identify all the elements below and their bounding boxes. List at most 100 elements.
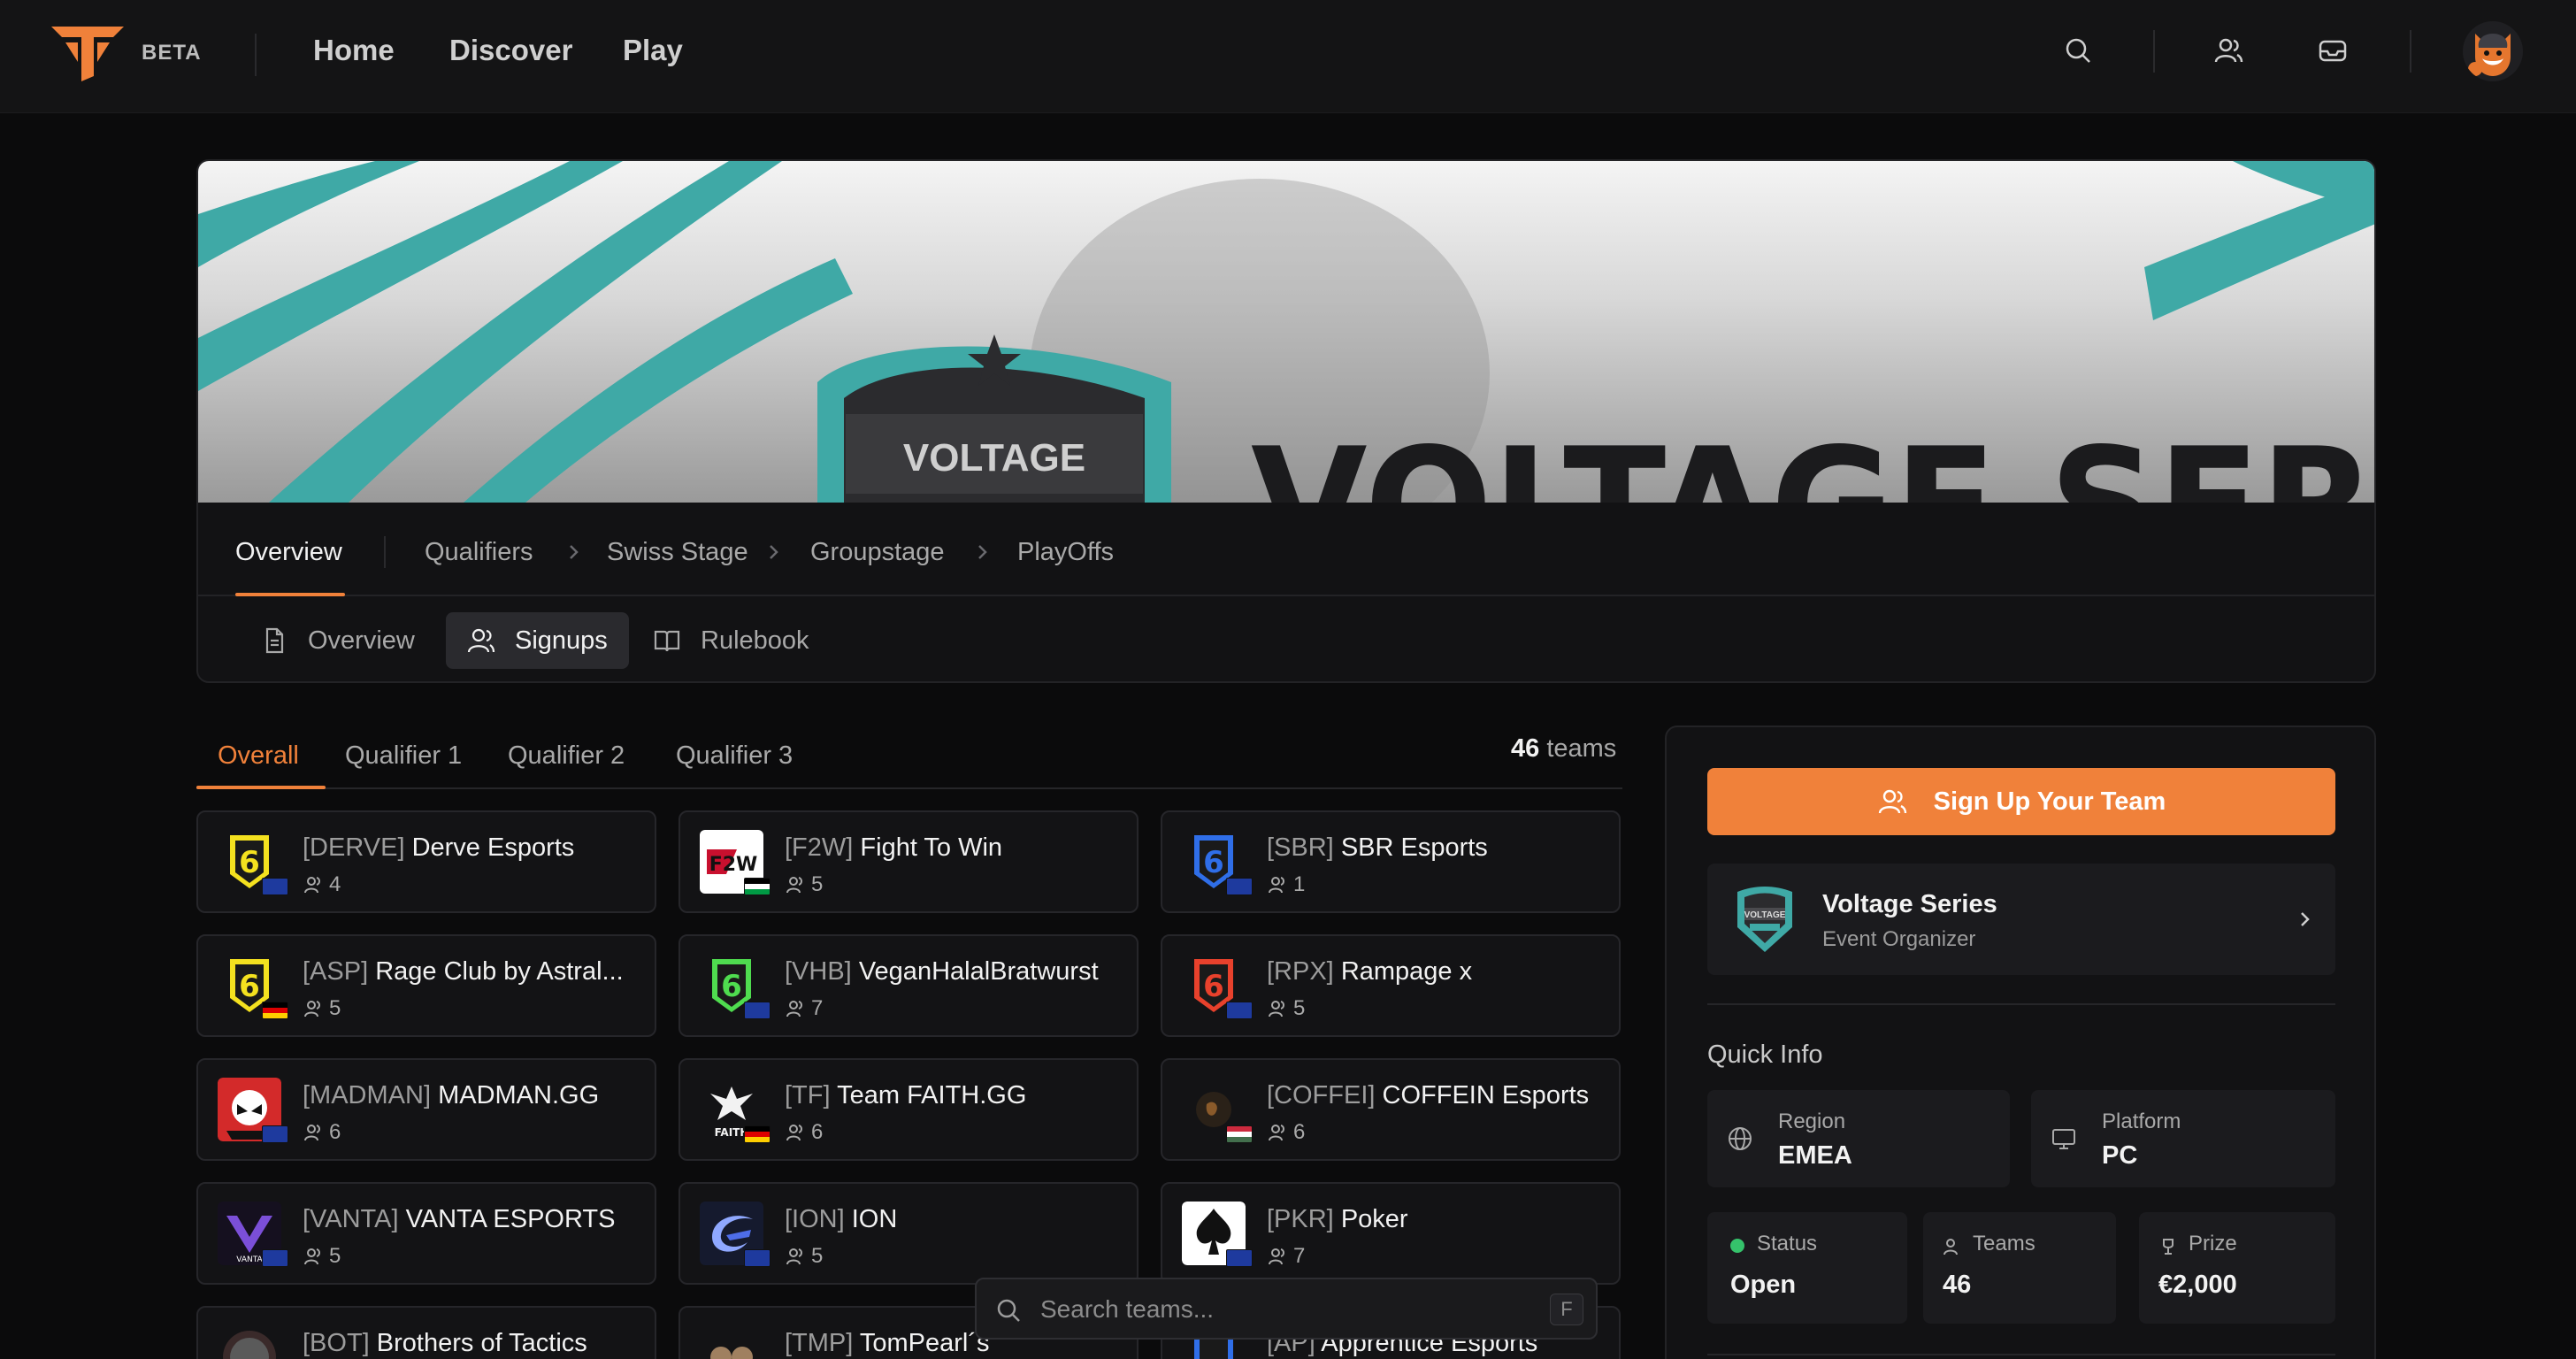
team-name: [F2W] Fight To Win: [785, 833, 1003, 862]
team-members: 6: [1267, 1120, 1305, 1145]
eu-flag-icon: [744, 1249, 770, 1267]
team-members: 5: [303, 1244, 341, 1269]
event-side-panel: Sign Up Your Team VOLTAGE Voltage Series…: [1665, 726, 2376, 1359]
users-icon: [1269, 1001, 1284, 1017]
users-icon: [304, 1248, 320, 1265]
team-name: [PKR] Poker: [1267, 1205, 1408, 1233]
subtab-signups[interactable]: Signups: [446, 612, 629, 669]
team-logo-icon: [710, 1347, 753, 1359]
sign-up-team-label: Sign Up Your Team: [1933, 787, 2166, 816]
svg-text:6: 6: [721, 969, 742, 1004]
subtab-overview[interactable]: Overview: [239, 612, 436, 669]
subtab-rulebook-label: Rulebook: [701, 626, 809, 655]
region-value: EMEA: [1778, 1141, 1852, 1170]
trophy-icon: [2163, 1239, 2174, 1255]
team-card[interactable]: F2W [F2W] Fight To Win 5: [678, 810, 1138, 913]
subtab-rulebook[interactable]: Rulebook: [632, 612, 831, 669]
teams-info: Teams 46: [1923, 1212, 2116, 1324]
teams-value: 46: [1943, 1271, 1972, 1299]
search-icon: [997, 1299, 1020, 1322]
eu-flag-icon: [1226, 1002, 1253, 1019]
banner-artwork: VOLTAGE VOLTAGE SERIES: [198, 161, 2374, 503]
user-avatar[interactable]: [2463, 21, 2523, 81]
status-info: Status Open: [1707, 1212, 1907, 1324]
team-name: [TF] Team FAITH.GG: [785, 1081, 1027, 1109]
group-tab-overall[interactable]: Overall: [218, 741, 299, 771]
eu-flag-icon: [1226, 878, 1253, 895]
sign-up-team-button[interactable]: Sign Up Your Team: [1707, 768, 2335, 835]
team-card[interactable]: 6 [SBR] SBR Esports 1: [1161, 810, 1621, 913]
team-name: [COFFEI] COFFEIN Esports: [1267, 1081, 1590, 1109]
team-card[interactable]: 6 [RPX] Rampage x 5: [1161, 934, 1621, 1037]
germany-flag-icon: [262, 1002, 288, 1019]
stage-tabs-divider: [384, 536, 386, 568]
team-card[interactable]: [COFFEI] COFFEIN Esports 6: [1161, 1058, 1621, 1161]
team-card[interactable]: [MADMAN] MADMAN.GG 6: [196, 1058, 656, 1161]
nav-divider: [2410, 30, 2411, 73]
team-name: [SBR] SBR Esports: [1267, 833, 1488, 862]
nav-play[interactable]: Play: [623, 34, 683, 67]
group-tab-qualifier-3[interactable]: Qualifier 3: [676, 741, 793, 771]
team-card[interactable]: 6 [DERVE] Derve Esports 4: [196, 810, 656, 913]
organizer-name: Voltage Series: [1822, 890, 1997, 918]
eu-flag-icon: [262, 1125, 288, 1143]
team-card[interactable]: FAITH [TF] Team FAITH.GG 6: [678, 1058, 1138, 1161]
stage-tab-qualifiers[interactable]: Qualifiers: [425, 538, 533, 567]
subtab-overview-label: Overview: [308, 626, 415, 655]
stage-tab-overview[interactable]: Overview: [235, 538, 342, 567]
team-card[interactable]: [ION] ION 5: [678, 1182, 1138, 1285]
nav-home[interactable]: Home: [313, 34, 395, 67]
platform-label: Platform: [2102, 1109, 2181, 1133]
users-icon: [1269, 1248, 1284, 1265]
team-card[interactable]: [BOT] Brothers of Tactics: [196, 1306, 656, 1359]
team-members: 1: [1267, 872, 1305, 897]
organizer-card[interactable]: VOLTAGE Voltage Series Event Organizer: [1707, 864, 2335, 975]
team-card[interactable]: [PKR] Poker 7: [1161, 1182, 1621, 1285]
stage-tab-playoffs[interactable]: PlayOffs: [1017, 538, 1114, 567]
globe-icon: [1729, 1127, 1752, 1150]
search-icon[interactable]: [2063, 35, 2093, 65]
users-icon: [467, 628, 495, 653]
platform-info: Platform PC: [2031, 1090, 2335, 1187]
team-card[interactable]: 6 [ASP] Rage Club by Astral... 5: [196, 934, 656, 1037]
team-search-input[interactable]: [1040, 1292, 1500, 1327]
side-divider: [1707, 1003, 2335, 1005]
users-icon: [304, 877, 320, 894]
group-tab-qualifier-1[interactable]: Qualifier 1: [345, 741, 462, 771]
team-card[interactable]: 6 [VHB] VeganHalalBratwurst 7: [678, 934, 1138, 1037]
document-icon: [265, 627, 284, 654]
group-tab-qualifier-2[interactable]: Qualifier 2: [508, 741, 625, 771]
eu-flag-icon: [262, 878, 288, 895]
svg-text:6: 6: [1203, 969, 1224, 1004]
nav-discover[interactable]: Discover: [449, 34, 572, 67]
status-dot: [1730, 1239, 1744, 1253]
prize-info: Prize €2,000: [2139, 1212, 2335, 1324]
team-name: [BOT] Brothers of Tactics: [303, 1329, 587, 1357]
team-members: 5: [1267, 996, 1305, 1021]
eu-flag-icon: [1226, 1249, 1253, 1267]
team-count: 46 teams: [1511, 734, 1616, 764]
app-logo[interactable]: [50, 23, 126, 81]
svg-text:6: 6: [239, 969, 260, 1004]
stage-tab-groupstage[interactable]: Groupstage: [810, 538, 945, 567]
users-icon[interactable]: [2213, 35, 2243, 65]
team-members: 7: [785, 996, 823, 1021]
team-name: [ION] ION: [785, 1205, 898, 1233]
status-label: Status: [1757, 1232, 1818, 1255]
svg-text:VOLTAGE: VOLTAGE: [1744, 910, 1786, 920]
status-value: Open: [1730, 1271, 1797, 1299]
nav-divider: [255, 34, 257, 76]
team-card[interactable]: VANTA [VANTA] VANTA ESPORTS 5: [196, 1182, 656, 1285]
inbox-icon[interactable]: [2318, 35, 2348, 65]
side-divider: [1707, 1354, 2335, 1355]
prize-label: Prize: [2189, 1232, 2237, 1255]
hungary-flag-icon: [1226, 1125, 1253, 1143]
svg-text:6: 6: [239, 845, 260, 880]
team-members: 4: [303, 872, 341, 897]
team-members: 6: [303, 1120, 341, 1145]
prize-value: €2,000: [2158, 1271, 2237, 1299]
nav-divider: [2153, 30, 2155, 73]
group-tabs-baseline: [196, 787, 1622, 789]
team-name: [VHB] VeganHalalBratwurst: [785, 957, 1099, 986]
stage-tab-swiss-stage[interactable]: Swiss Stage: [607, 538, 748, 567]
